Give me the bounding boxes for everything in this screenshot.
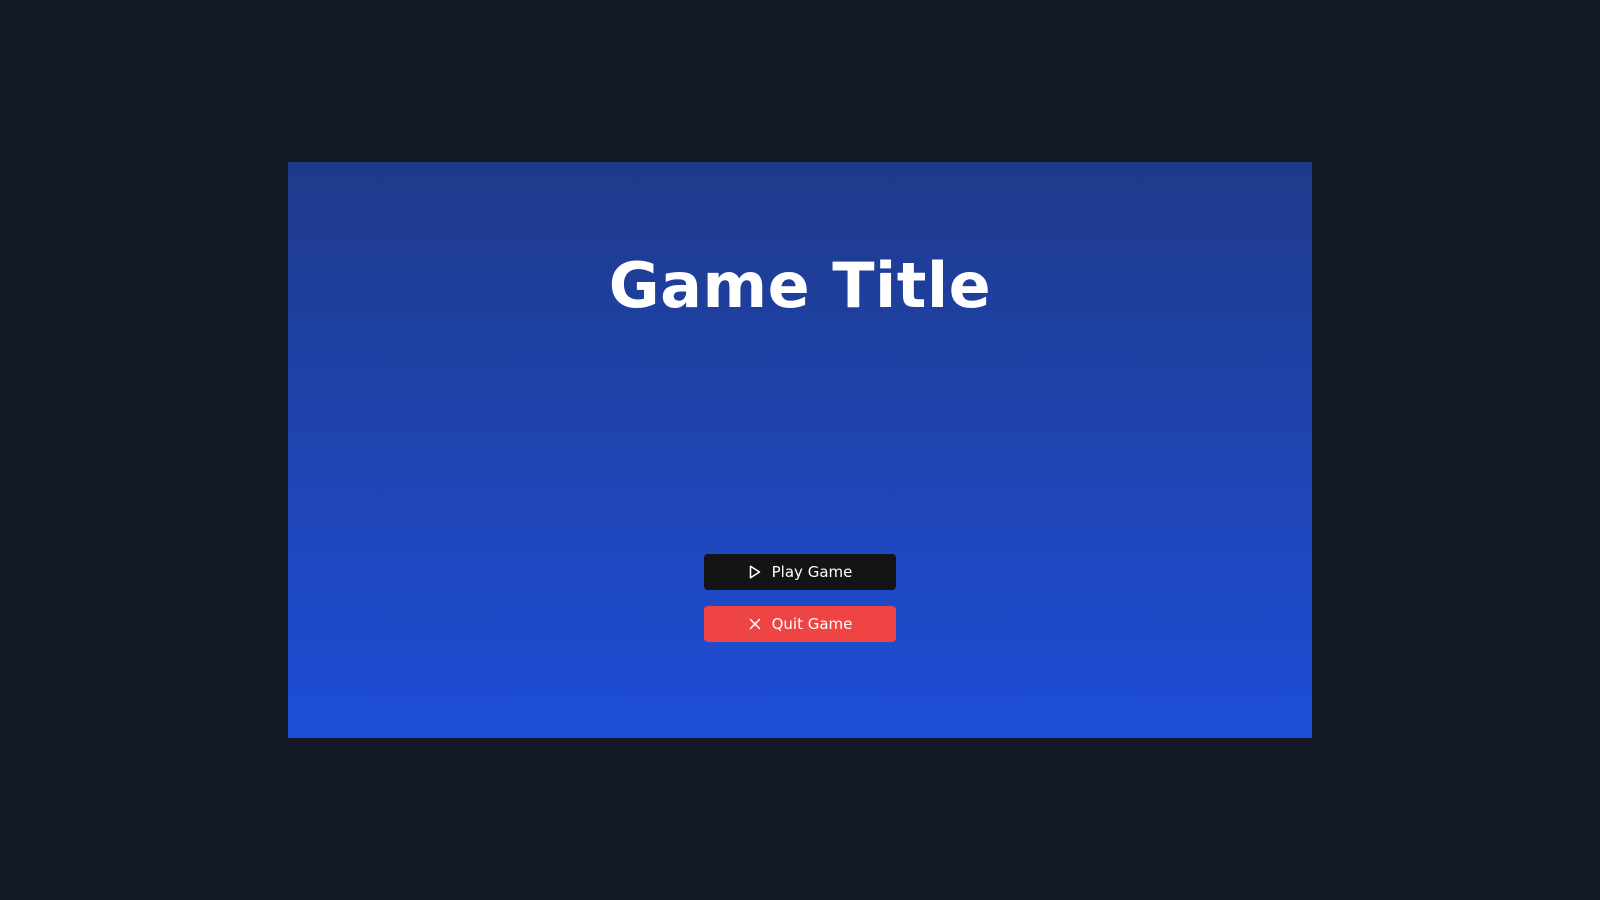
close-icon [748,617,762,631]
play-icon [748,565,762,579]
quit-game-label: Quit Game [771,615,853,633]
game-title: Game Title [608,249,992,322]
game-screen: Game Title Play Game Quit Game [288,162,1312,738]
quit-game-button[interactable]: Quit Game [704,606,896,642]
play-game-button[interactable]: Play Game [704,554,896,590]
play-game-label: Play Game [771,563,853,581]
main-menu: Play Game Quit Game [704,554,896,642]
